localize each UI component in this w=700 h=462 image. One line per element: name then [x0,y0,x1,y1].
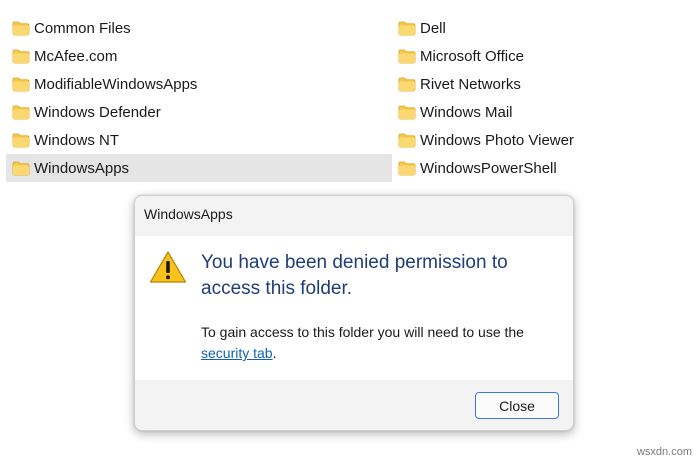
folder-label: WindowsPowerShell [420,159,557,177]
dialog-instruction-text: To gain access to this folder you will n… [201,324,524,340]
close-button[interactable]: Close [475,392,559,419]
folder-item-windowspowershell[interactable]: WindowsPowerShell [392,154,682,182]
folder-item-modifiablewindowsapps[interactable]: ModifiableWindowsApps [6,70,396,98]
folder-icon [398,77,416,91]
folder-item-microsoft-office[interactable]: Microsoft Office [392,42,682,70]
folder-item-mcafee[interactable]: McAfee.com [6,42,396,70]
folder-label: Dell [420,19,446,37]
folder-list-right: Dell Microsoft Office Rivet Networks Win… [392,14,682,182]
folder-label: Windows NT [34,131,120,149]
dialog-instruction: To gain access to this folder you will n… [201,322,561,364]
folder-icon [12,133,30,147]
folder-icon [12,21,30,35]
folder-label: ModifiableWindowsApps [34,75,198,93]
folder-icon [398,49,416,63]
security-tab-link[interactable]: security tab [201,345,273,361]
folder-item-dell[interactable]: Dell [392,14,682,42]
folder-label: Rivet Networks [420,75,521,93]
dialog-title: WindowsApps [144,206,233,222]
folder-label: McAfee.com [34,47,118,65]
folder-item-windows-photo-viewer[interactable]: Windows Photo Viewer [392,126,682,154]
folder-icon [12,105,30,119]
folder-item-windows-mail[interactable]: Windows Mail [392,98,682,126]
folder-item-windowsapps[interactable]: WindowsApps [6,154,392,182]
folder-label: Microsoft Office [420,47,524,65]
folder-item-common-files[interactable]: Common Files [6,14,396,42]
permission-dialog: WindowsApps You have been denied permiss… [134,195,574,431]
folder-item-windows-defender[interactable]: Windows Defender [6,98,396,126]
folder-label: Windows Defender [34,103,161,121]
watermark: wsxdn.com [636,446,692,458]
folder-item-rivet-networks[interactable]: Rivet Networks [392,70,682,98]
warning-icon [149,251,187,283]
dialog-message: You have been denied permission to acces… [201,252,508,299]
dialog-instruction-suffix: . [272,345,277,361]
folder-label: Windows Photo Viewer [420,131,574,149]
explorer-window: Common Files McAfee.com ModifiableWindow… [0,0,700,462]
folder-label: Common Files [34,19,131,37]
folder-icon [398,133,416,147]
dialog-body: You have been denied permission to acces… [135,236,573,380]
folder-list-left: Common Files McAfee.com ModifiableWindow… [6,14,396,182]
folder-icon [398,105,416,119]
folder-icon [398,21,416,35]
folder-icon [12,77,30,91]
folder-item-windows-nt[interactable]: Windows NT [6,126,396,154]
folder-label: Windows Mail [420,103,513,121]
folder-icon [12,49,30,63]
folder-label: WindowsApps [34,159,130,177]
folder-icon [398,161,416,175]
folder-icon [12,161,30,175]
